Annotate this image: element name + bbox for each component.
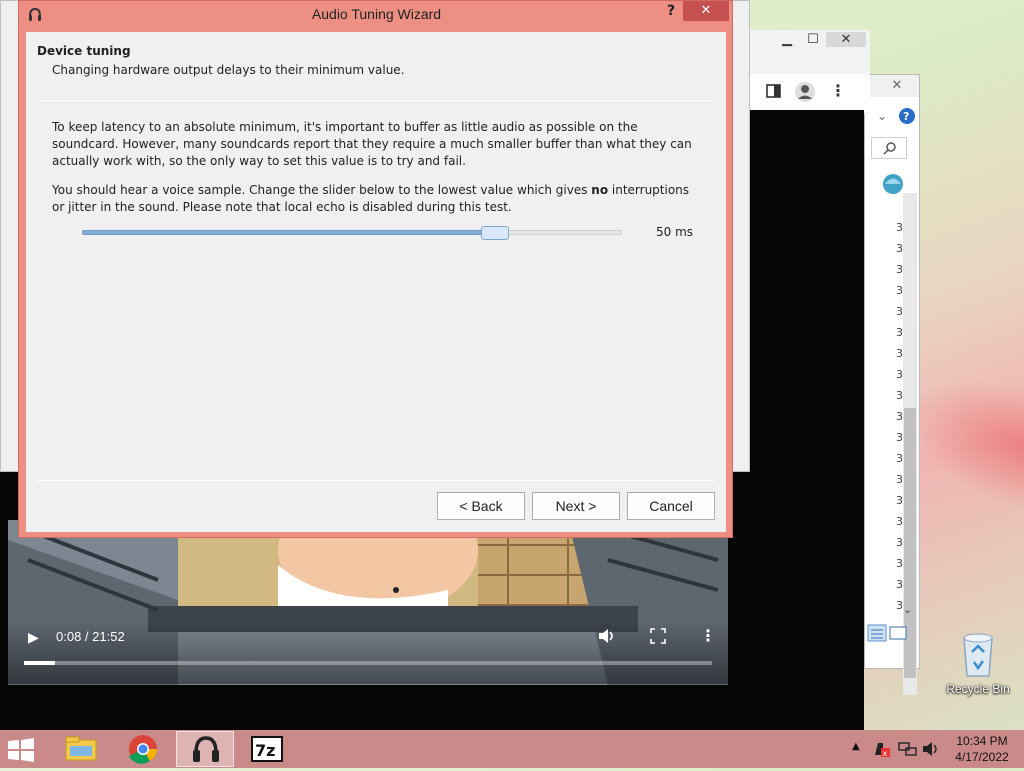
network-icon[interactable] <box>898 740 918 758</box>
list-item[interactable]: 3 <box>865 431 905 451</box>
slider-handle[interactable] <box>481 226 509 240</box>
help-button[interactable]: ? <box>659 3 683 19</box>
list-item[interactable]: 3 <box>865 452 905 472</box>
clock-time: 10:34 PM <box>956 734 1008 748</box>
taskbar-chrome[interactable] <box>114 731 172 767</box>
list-item[interactable]: 3 <box>865 326 905 346</box>
file-explorer-icon <box>65 736 97 761</box>
recycle-bin-icon <box>963 633 993 677</box>
voice-sample-text-before: You should hear a voice sample. Change t… <box>52 183 592 197</box>
voice-sample-paragraph: You should hear a voice sample. Change t… <box>52 182 692 216</box>
svg-text:x: x <box>883 749 888 758</box>
list-item[interactable]: 3 <box>865 263 905 283</box>
7zip-icon: 7z <box>251 736 283 762</box>
taskbar-7zip[interactable]: 7z <box>238 731 296 767</box>
video-time: 0:08 / 21:52 <box>56 629 125 644</box>
close-icon[interactable]: ✕ <box>826 32 866 47</box>
taskbar-mumble[interactable] <box>176 731 234 767</box>
footer-divider <box>37 480 714 481</box>
slider-fill <box>82 230 495 235</box>
play-icon[interactable]: ▶ <box>28 630 39 646</box>
audio-tuning-wizard-dialog: Audio Tuning Wizard ? ✕ Device tuning Ch… <box>18 0 733 538</box>
sidebar-icon[interactable] <box>766 83 782 99</box>
maximize-icon[interactable]: ☐ <box>800 32 826 47</box>
instructions-paragraph: To keep latency to an absolute minimum, … <box>52 120 692 168</box>
recycle-bin[interactable]: Recycle Bin <box>940 628 1016 708</box>
close-icon[interactable]: ✕ <box>877 77 917 95</box>
background-browser-window[interactable]: ▁ ☐ ✕ ⋮ <box>744 30 870 114</box>
close-button[interactable]: ✕ <box>683 1 729 21</box>
list-item[interactable]: 3 <box>865 494 905 514</box>
avatar-icon[interactable] <box>794 81 816 103</box>
list-item[interactable]: 3 <box>865 557 905 577</box>
action-center-icon[interactable]: x <box>873 740 891 758</box>
menu-icon[interactable]: ⋮ <box>830 81 846 100</box>
cancel-button[interactable]: Cancel <box>627 492 715 520</box>
video-controls: ▶ 0:08 / 21:52 ⋮ <box>8 620 728 684</box>
background-explorer-window[interactable]: ✕ ⌄ ? ⌃ 3333333333333333333 ⌄ <box>864 74 920 695</box>
volume-icon[interactable] <box>598 628 616 644</box>
list-item[interactable]: 3 <box>865 599 905 619</box>
minimize-icon[interactable]: ▁ <box>774 32 800 47</box>
background-window-titlebar[interactable]: ✕ <box>865 75 919 97</box>
view-toggle-icons[interactable] <box>867 623 909 643</box>
taskbar-file-explorer[interactable] <box>52 731 110 767</box>
list-item[interactable]: 3 <box>865 347 905 367</box>
chrome-icon <box>129 735 157 764</box>
window-controls[interactable]: ▁ ☐ ✕ <box>774 32 866 47</box>
video-progress-bar[interactable] <box>24 661 712 665</box>
fullscreen-icon[interactable] <box>650 628 666 644</box>
list-item[interactable]: 3 <box>865 368 905 388</box>
header-divider <box>37 100 714 101</box>
video-progress-played <box>24 661 55 665</box>
svg-text:?: ? <box>903 110 909 123</box>
latency-slider[interactable] <box>82 226 622 242</box>
clock[interactable]: 10:34 PM 4/17/2022 <box>942 733 1022 765</box>
clock-date: 4/17/2022 <box>955 750 1009 764</box>
slider-value-label: 50 ms <box>656 225 694 239</box>
windows-start-icon[interactable] <box>6 738 36 762</box>
dialog-client-area: Device tuning Changing hardware output d… <box>26 32 726 532</box>
taskbar: 7z ▲ x 10:34 PM 4/17/2022 <box>0 730 1024 768</box>
back-button[interactable]: < Back <box>437 492 525 520</box>
dialog-title: Audio Tuning Wizard <box>311 6 442 22</box>
list-item[interactable]: 3 <box>865 221 905 241</box>
list-item[interactable]: 3 <box>865 578 905 598</box>
list-item[interactable]: 3 <box>865 536 905 556</box>
page-heading: Device tuning <box>37 44 131 58</box>
svg-text:⌄: ⌄ <box>877 109 887 123</box>
show-hidden-icons[interactable]: ▲ <box>852 741 860 752</box>
svg-text:7z: 7z <box>255 741 275 760</box>
mumble-icon <box>193 736 219 762</box>
list-item[interactable]: 3 <box>865 305 905 325</box>
list-item[interactable]: 3 <box>865 242 905 262</box>
browser-toolbar: ⋮ <box>744 74 870 112</box>
next-button[interactable]: Next > <box>532 492 620 520</box>
list-item[interactable]: 3 <box>865 410 905 430</box>
list-item[interactable]: 3 <box>865 473 905 493</box>
voice-sample-emphasis: no <box>591 183 609 197</box>
scrollbar[interactable] <box>903 193 917 695</box>
scroll-down-icon[interactable]: ⌄ <box>903 603 912 616</box>
list-item[interactable]: 3 <box>865 389 905 409</box>
recycle-bin-label: Recycle Bin <box>946 682 1010 696</box>
list-item[interactable]: 3 <box>865 515 905 535</box>
page-subheading: Changing hardware output delays to their… <box>52 63 405 77</box>
search-icon[interactable] <box>871 137 907 159</box>
more-options-icon[interactable]: ⋮ <box>700 626 716 645</box>
list-item[interactable]: 3 <box>865 284 905 304</box>
volume-icon[interactable] <box>922 740 940 758</box>
dropdown-help-icons[interactable]: ⌄ ? <box>869 105 919 125</box>
